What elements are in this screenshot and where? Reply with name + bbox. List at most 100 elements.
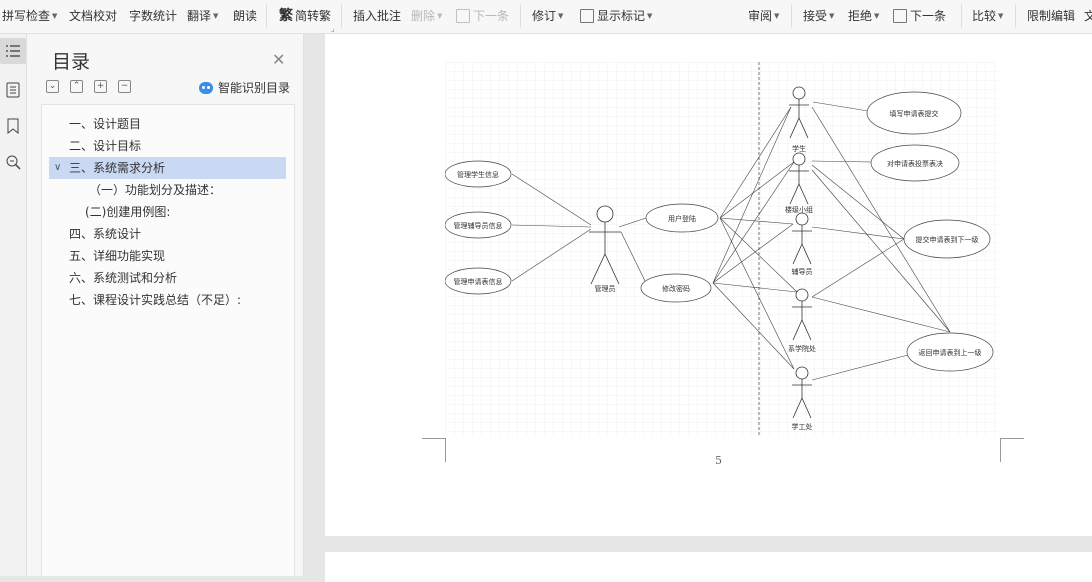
chevron-down-icon: ▼ [829, 12, 835, 20]
insert-comment-button[interactable]: 插入批注 [353, 6, 401, 26]
word-count-button[interactable]: 字数统计 [129, 6, 177, 26]
toc-item-label: 四、系统设计 [69, 227, 142, 241]
chevron-down-icon: ▼ [647, 12, 653, 20]
use-case-label: 修改密码 [662, 284, 690, 293]
collapse-all-icon[interactable]: ⌄ [46, 80, 59, 93]
accept-label: 接受 [803, 9, 828, 23]
doc-permission-label: 文 [1084, 9, 1092, 23]
translate-button[interactable]: 翻译 ▼ [187, 6, 218, 26]
chevron-down-icon: ▼ [52, 12, 58, 20]
document-page-next[interactable] [325, 552, 1092, 582]
simp-trad-button[interactable]: 繁简转繁 [279, 6, 331, 26]
toc-item[interactable]: （一）功能划分及描述： [49, 179, 286, 201]
next-change-button[interactable]: 下一条 [893, 6, 946, 26]
revise-button[interactable]: 修订 ▼ [532, 6, 563, 26]
use-case-label: 管理申请表信息 [454, 277, 503, 286]
actor-label: 辅导员 [792, 267, 813, 276]
review-toolbar: 拼写检查 ▼ 文档校对 字数统计 翻译 ▼ 朗读 繁简转繁 ⌟ 插入批注 删除 ▼ 下… [0, 0, 1092, 34]
use-case-label: 管理辅导员信息 [454, 221, 503, 230]
spell-check-label: 拼写检查 [2, 9, 51, 23]
toolbar-divider [791, 4, 792, 28]
find-nav-button[interactable] [0, 149, 26, 175]
list-icon [6, 45, 20, 57]
toc-item[interactable]: 七、课程设计实践总结（不足）: [49, 289, 286, 311]
chevron-down-icon: ▼ [558, 12, 564, 20]
toc-item[interactable]: (二)创建用例图: [49, 201, 286, 223]
toc-item[interactable]: 一、设计题目 [49, 113, 286, 135]
next-change-label: 下一条 [910, 9, 947, 23]
outline-nav-button[interactable] [0, 77, 26, 103]
toolbar-divider [341, 4, 342, 28]
reject-button[interactable]: 拒绝 ▼ [848, 6, 879, 26]
toc-nav-button[interactable] [0, 38, 26, 64]
bookmark-icon [7, 118, 19, 134]
toc-item-label: （一）功能划分及描述： [89, 183, 222, 197]
doc-permission-button[interactable]: 文 [1084, 6, 1092, 26]
expand-level-icon[interactable]: ⌃ [70, 80, 83, 93]
toc-item-selected[interactable]: ∨ 三、系统需求分析 [49, 157, 286, 179]
next-change-icon [893, 9, 907, 23]
read-aloud-button[interactable]: 朗读 [233, 6, 257, 26]
next-comment-button[interactable]: 下一条 [456, 6, 509, 26]
actor-label: 管理员 [595, 284, 616, 293]
bookmark-nav-button[interactable] [0, 113, 26, 139]
chevron-down-icon: ▼ [774, 12, 780, 20]
actor-label: 系学院处 [788, 344, 816, 353]
toc-list: 一、设计题目 二、设计目标 ∨ 三、系统需求分析 （一）功能划分及描述： (二)创… [41, 104, 295, 576]
restrict-editing-button[interactable]: 限制编辑 [1027, 6, 1075, 26]
doc-proofread-button[interactable]: 文档校对 [69, 6, 117, 26]
accept-button[interactable]: 接受 ▼ [803, 6, 834, 26]
compare-button[interactable]: 比较 ▼ [972, 6, 1003, 26]
group-expand-icon[interactable]: ⌟ [331, 24, 335, 33]
search-icon [6, 155, 21, 170]
toc-item-label: (二)创建用例图: [85, 205, 171, 219]
remove-heading-icon[interactable]: − [118, 80, 131, 93]
use-case-label: 对申请表投票表决 [887, 159, 943, 168]
add-heading-icon[interactable]: + [94, 80, 107, 93]
toc-item[interactable]: 五、详细功能实现 [49, 245, 286, 267]
outline-icon [6, 82, 20, 98]
simp-trad-icon: 繁 [279, 8, 293, 24]
delete-comment-button[interactable]: 删除 ▼ [411, 6, 442, 26]
actor-label: 学工处 [792, 422, 813, 431]
reject-label: 拒绝 [848, 9, 873, 23]
chevron-down-icon: ▼ [213, 12, 219, 20]
toolbar-divider [961, 4, 962, 28]
spell-check-button[interactable]: 拼写检查 ▼ [2, 6, 57, 26]
chevron-down-icon: ▼ [874, 12, 880, 20]
next-comment-icon [456, 9, 470, 23]
simp-trad-label: 简转繁 [295, 9, 332, 23]
actor-label: 楼级小组 [785, 205, 813, 214]
review-button[interactable]: 审阅 ▼ [748, 6, 779, 26]
smart-toc-button[interactable]: 智能识别目录 [199, 79, 290, 96]
use-case-label: 用户登陆 [668, 214, 696, 223]
next-item-label: 下一条 [473, 9, 510, 23]
show-markup-button[interactable]: 显示标记 ▼ [580, 6, 652, 26]
read-aloud-label: 朗读 [233, 9, 258, 23]
toolbar-divider [520, 4, 521, 28]
review-label: 审阅 [748, 9, 773, 23]
document-page[interactable]: 管理学生信息 管理辅导员信息 管理申请表信息 用户登陆 修改密码 填写申请表提交… [325, 34, 1092, 536]
smart-toc-label: 智能识别目录 [218, 81, 291, 95]
smart-ai-icon [199, 81, 213, 94]
use-case-diagram: 管理学生信息 管理辅导员信息 管理申请表信息 用户登陆 修改密码 填写申请表提交… [445, 62, 998, 436]
crop-mark [1000, 438, 1024, 462]
chevron-down-icon[interactable]: ∨ [54, 157, 61, 179]
use-case-label: 提交申请表到下一级 [916, 235, 979, 244]
compare-label: 比较 [972, 9, 997, 23]
show-markup-icon [580, 9, 594, 23]
toc-item[interactable]: 二、设计目标 [49, 135, 286, 157]
document-canvas[interactable]: 管理学生信息 管理辅导员信息 管理申请表信息 用户登陆 修改密码 填写申请表提交… [305, 34, 1092, 582]
delete-label: 删除 [411, 9, 436, 23]
toolbar-divider [266, 4, 267, 28]
chevron-down-icon: ▼ [998, 12, 1004, 20]
actor-label: 学生 [792, 144, 806, 153]
toc-item[interactable]: 四、系统设计 [49, 223, 286, 245]
use-case-label: 返回申请表到上一级 [919, 348, 982, 357]
restrict-editing-label: 限制编辑 [1027, 9, 1076, 23]
toc-item-label: 五、详细功能实现 [69, 249, 166, 263]
close-icon[interactable]: ✕ [272, 50, 285, 69]
toc-item[interactable]: 六、系统测试和分析 [49, 267, 286, 289]
translate-label: 翻译 [187, 9, 212, 23]
crop-mark [422, 438, 446, 462]
